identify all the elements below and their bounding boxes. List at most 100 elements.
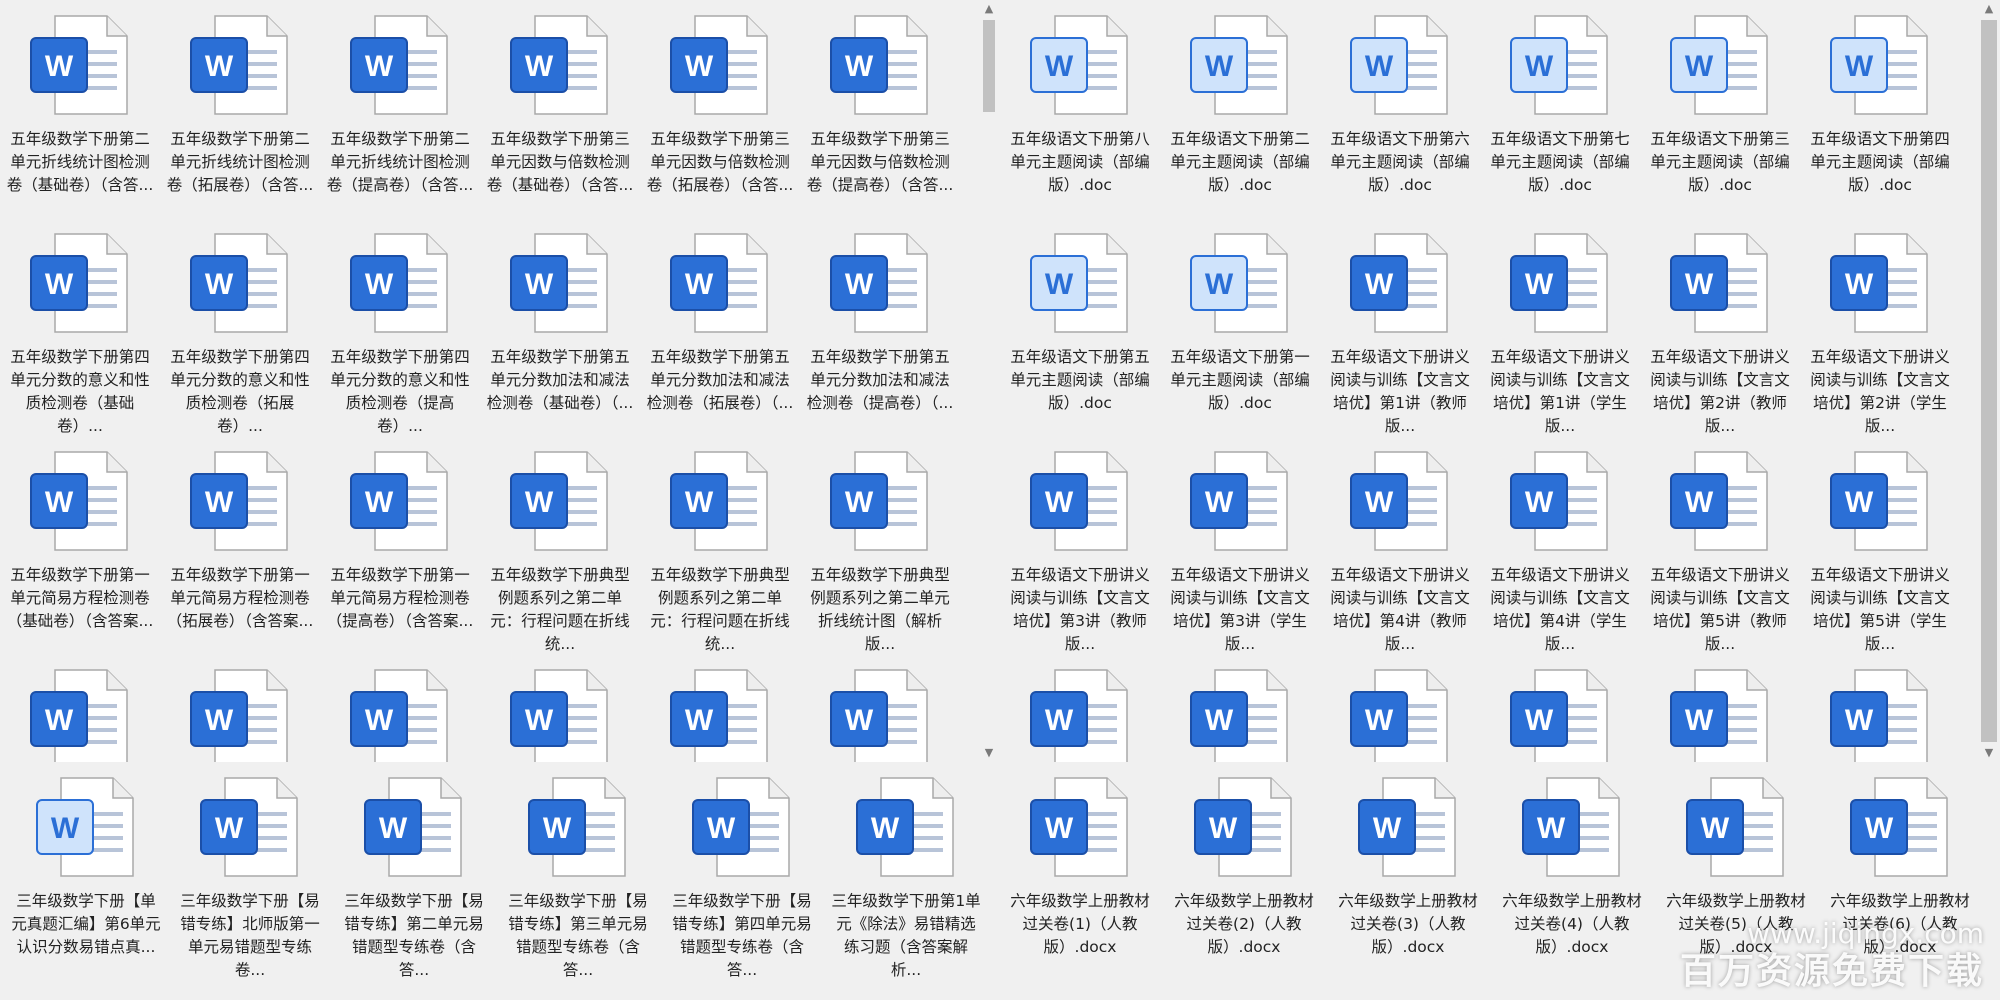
file-item[interactable]: W	[480, 664, 640, 762]
file-item[interactable]: W 六年级数学上册教材过关卷(2)（人教版）.docx	[1164, 772, 1324, 982]
word-doc-icon-graphic: W	[30, 669, 128, 762]
file-item[interactable]: W 五年级数学下册第三单元因数与倍数检测卷（提高卷）（含答...	[800, 10, 960, 220]
file-name-label: 五年级语文下册讲义阅读与训练【文言文培优】第1讲（学生版...	[1490, 348, 1630, 435]
file-item[interactable]: W 五年级数学下册典型例题系列之第二单元：行程问题在折线统...	[640, 446, 800, 656]
word-doc-icon-graphic: W	[1350, 669, 1448, 762]
file-item[interactable]: W 五年级数学下册第二单元折线统计图检测卷（拓展卷）（含答...	[160, 10, 320, 220]
scrollbar-thumb[interactable]	[1981, 20, 1997, 742]
svg-text:W: W	[1365, 50, 1394, 83]
scroll-up-icon[interactable]: ▲	[980, 0, 998, 18]
file-item[interactable]: W	[640, 664, 800, 762]
file-item[interactable]: W 三年级数学下册【易错专练】第二单元易错题型专练卷（含答...	[334, 772, 494, 982]
file-item[interactable]: W 五年级语文下册第四单元主题阅读（部编版）.doc	[1800, 10, 1960, 220]
svg-text:W: W	[685, 704, 714, 737]
file-item[interactable]: W 三年级数学下册【单元真题汇编】第6单元认识分数易错点真...	[6, 772, 166, 982]
file-item[interactable]: W 三年级数学下册【易错专练】第四单元易错题型专练卷（含答...	[662, 772, 822, 982]
watermark-text: 百万资源免费下载	[1679, 951, 1984, 992]
word-doc-icon: W	[505, 10, 615, 120]
word-doc-icon-graphic: W	[1510, 451, 1608, 551]
file-item[interactable]: W 五年级语文下册第五单元主题阅读（部编版）.doc	[1000, 228, 1160, 438]
svg-text:W: W	[365, 486, 394, 519]
word-doc-icon-graphic: W	[1522, 777, 1620, 877]
file-item[interactable]: W 五年级语文下册讲义阅读与训练【文言文培优】第1讲（教师版...	[1320, 228, 1480, 438]
file-item[interactable]: W 五年级数学下册第二单元折线统计图检测卷（提高卷）（含答...	[320, 10, 480, 220]
file-name-label: 五年级数学下册第四单元分数的意义和性质检测卷（拓展卷）...	[170, 348, 310, 435]
file-item[interactable]: W 五年级数学下册第一单元简易方程检测卷（基础卷）（含答案...	[0, 446, 160, 656]
word-legacy-icon: W	[1025, 228, 1135, 338]
file-item[interactable]: W 六年级数学上册教材过关卷(3)（人教版）.docx	[1328, 772, 1488, 982]
file-item[interactable]: W 五年级语文下册讲义阅读与训练【文言文培优】第2讲（学生版...	[1800, 228, 1960, 438]
file-item[interactable]: W 五年级语文下册第一单元主题阅读（部编版）.doc	[1160, 228, 1320, 438]
file-item[interactable]: W 三年级数学下册【易错专练】北师版第一单元易错题型专练卷...	[170, 772, 330, 982]
vertical-scrollbar[interactable]: ▲ ▼	[980, 0, 998, 762]
file-item[interactable]: W 五年级语文下册讲义阅读与训练【文言文培优】第3讲（学生版...	[1160, 446, 1320, 656]
file-item[interactable]: W	[1800, 664, 1960, 762]
file-item[interactable]: W 六年级数学上册教材过关卷(1)（人教版）.docx	[1000, 772, 1160, 982]
scroll-down-icon[interactable]: ▼	[1978, 744, 2000, 762]
file-item[interactable]: W 三年级数学下册第1单元《除法》易错精选练习题（含答案解析...	[826, 772, 986, 982]
scroll-down-icon[interactable]: ▼	[980, 744, 998, 762]
file-item[interactable]: W	[160, 664, 320, 762]
word-doc-icon: W	[665, 446, 775, 556]
file-item[interactable]: W	[1640, 664, 1800, 762]
file-item[interactable]: W	[1160, 664, 1320, 762]
vertical-scrollbar[interactable]: ▲ ▼	[1978, 0, 2000, 762]
word-doc-icon: W	[1845, 772, 1955, 882]
file-item[interactable]: W 五年级语文下册第三单元主题阅读（部编版）.doc	[1640, 10, 1800, 220]
file-item[interactable]: W 五年级语文下册第二单元主题阅读（部编版）.doc	[1160, 10, 1320, 220]
svg-text:W: W	[1525, 50, 1554, 83]
file-grid: W 五年级数学下册第二单元折线统计图检测卷（基础卷）（含答... W 五年级数学下册第…	[0, 10, 960, 762]
file-item[interactable]: W	[1320, 664, 1480, 762]
file-item[interactable]: W	[0, 664, 160, 762]
scrollbar-thumb[interactable]	[983, 20, 995, 112]
file-item[interactable]: W 五年级数学下册第四单元分数的意义和性质检测卷（基础卷）...	[0, 228, 160, 438]
file-item[interactable]: W 五年级语文下册讲义阅读与训练【文言文培优】第5讲（教师版...	[1640, 446, 1800, 656]
file-item[interactable]: W 五年级数学下册第五单元分数加法和减法检测卷（提高卷）（...	[800, 228, 960, 438]
file-item[interactable]: W 五年级语文下册讲义阅读与训练【文言文培优】第1讲（学生版...	[1480, 228, 1640, 438]
file-item[interactable]: W 五年级语文下册第八单元主题阅读（部编版）.doc	[1000, 10, 1160, 220]
svg-text:W: W	[215, 812, 244, 845]
file-item[interactable]: W	[1000, 664, 1160, 762]
file-item[interactable]: W 五年级数学下册第三单元因数与倍数检测卷（基础卷）（含答...	[480, 10, 640, 220]
file-item[interactable]: W 五年级数学下册典型例题系列之第二单元：行程问题在折线统...	[480, 446, 640, 656]
file-item[interactable]: W	[320, 664, 480, 762]
svg-text:W: W	[1209, 812, 1238, 845]
file-item[interactable]: W 五年级数学下册第四单元分数的意义和性质检测卷（拓展卷）...	[160, 228, 320, 438]
word-doc-icon: W	[345, 10, 455, 120]
svg-text:W: W	[1685, 268, 1714, 301]
file-item[interactable]: W 五年级语文下册第六单元主题阅读（部编版）.doc	[1320, 10, 1480, 220]
file-item[interactable]: W 五年级数学下册第四单元分数的意义和性质检测卷（提高卷）...	[320, 228, 480, 438]
file-item[interactable]: W 五年级语文下册讲义阅读与训练【文言文培优】第2讲（教师版...	[1640, 228, 1800, 438]
file-item[interactable]: W	[1480, 664, 1640, 762]
word-doc-icon: W	[1025, 772, 1135, 882]
word-doc-icon-graphic: W	[1030, 451, 1128, 551]
file-item[interactable]: W 三年级数学下册【易错专练】第三单元易错题型专练卷（含答...	[498, 772, 658, 982]
file-item[interactable]: W 五年级语文下册讲义阅读与训练【文言文培优】第4讲（教师版...	[1320, 446, 1480, 656]
file-item[interactable]: W 六年级数学上册教材过关卷(4)（人教版）.docx	[1492, 772, 1652, 982]
file-item[interactable]: W 五年级数学下册第三单元因数与倍数检测卷（拓展卷）（含答...	[640, 10, 800, 220]
file-item[interactable]: W 五年级数学下册典型例题系列之第二单元折线统计图（解析版...	[800, 446, 960, 656]
file-item[interactable]: W	[800, 664, 960, 762]
file-item[interactable]: W 五年级数学下册第五单元分数加法和减法检测卷（基础卷）（...	[480, 228, 640, 438]
svg-text:W: W	[45, 50, 74, 83]
file-item[interactable]: W 五年级语文下册讲义阅读与训练【文言文培优】第4讲（学生版...	[1480, 446, 1640, 656]
file-item[interactable]: W 五年级语文下册讲义阅读与训练【文言文培优】第5讲（学生版...	[1800, 446, 1960, 656]
file-item[interactable]: W 五年级语文下册讲义阅读与训练【文言文培优】第3讲（教师版...	[1000, 446, 1160, 656]
svg-text:W: W	[205, 268, 234, 301]
file-name-label: 五年级数学下册第四单元分数的意义和性质检测卷（基础卷）...	[10, 348, 150, 435]
word-doc-icon: W	[1825, 228, 1935, 338]
svg-text:W: W	[1865, 812, 1894, 845]
word-doc-icon: W	[1025, 446, 1135, 556]
file-item[interactable]: W 五年级数学下册第一单元简易方程检测卷（拓展卷）（含答案...	[160, 446, 320, 656]
file-item[interactable]: W 五年级数学下册第五单元分数加法和减法检测卷（拓展卷）（...	[640, 228, 800, 438]
svg-text:W: W	[1845, 50, 1874, 83]
word-doc-icon: W	[505, 228, 615, 338]
word-doc-icon: W	[825, 446, 935, 556]
scroll-up-icon[interactable]: ▲	[1978, 0, 2000, 18]
file-name-label: 五年级数学下册第三单元因数与倍数检测卷（基础卷）（含答...	[486, 130, 634, 194]
word-doc-icon-graphic: W	[1510, 233, 1608, 333]
file-item[interactable]: W 五年级语文下册第七单元主题阅读（部编版）.doc	[1480, 10, 1640, 220]
file-item[interactable]: W 五年级数学下册第一单元简易方程检测卷（提高卷）（含答案...	[320, 446, 480, 656]
file-item[interactable]: W 五年级数学下册第二单元折线统计图检测卷（基础卷）（含答...	[0, 10, 160, 220]
word-legacy-icon: W	[1665, 10, 1775, 120]
